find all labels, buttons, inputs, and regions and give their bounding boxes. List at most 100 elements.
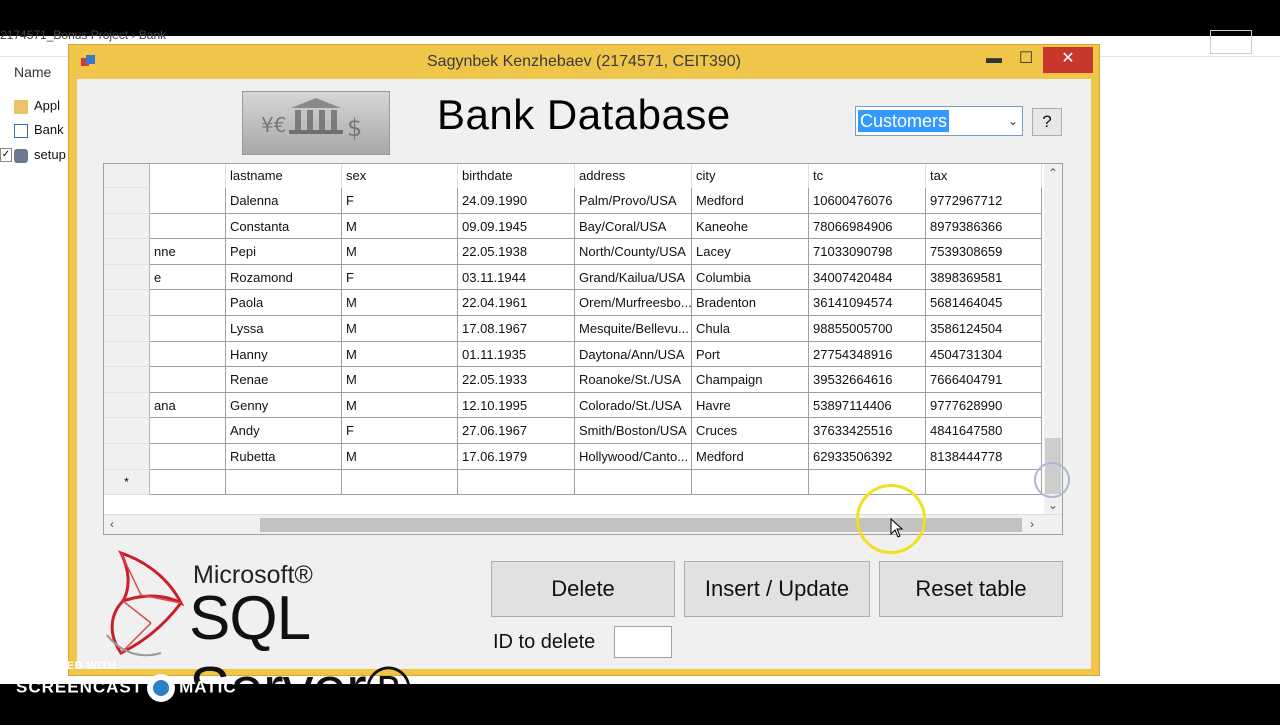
- insert-update-button[interactable]: Insert / Update: [684, 561, 870, 617]
- table-cell[interactable]: Bradenton: [692, 290, 809, 316]
- table-cell[interactable]: Medford: [692, 188, 809, 214]
- row-header[interactable]: [104, 392, 150, 419]
- table-cell[interactable]: M: [342, 444, 458, 470]
- column-header[interactable]: [150, 164, 226, 188]
- table-cell[interactable]: Bay/Coral/USA: [575, 213, 692, 240]
- column-header[interactable]: sex: [342, 164, 458, 188]
- table-cell[interactable]: 7539308659: [926, 239, 1042, 265]
- table-cell[interactable]: Columbia: [692, 264, 809, 291]
- table-cell[interactable]: e: [150, 264, 226, 291]
- table-cell[interactable]: North/County/USA: [575, 239, 692, 265]
- new-row-cell[interactable]: [226, 469, 342, 496]
- table-cell[interactable]: 37633425516: [809, 418, 926, 444]
- table-cell[interactable]: 62933506392: [809, 444, 926, 470]
- table-cell[interactable]: Lacey: [692, 239, 809, 265]
- table-cell[interactable]: 22.04.1961: [458, 290, 575, 316]
- table-cell[interactable]: [150, 444, 226, 470]
- table-cell[interactable]: Daytona/Ann/USA: [575, 341, 692, 368]
- table-cell[interactable]: 01.11.1935: [458, 341, 575, 368]
- table-cell[interactable]: F: [342, 418, 458, 444]
- scroll-down-icon[interactable]: ⌄: [1048, 498, 1058, 512]
- table-cell[interactable]: Smith/Boston/USA: [575, 418, 692, 444]
- help-button[interactable]: ?: [1032, 108, 1062, 136]
- table-cell[interactable]: 9777628990: [926, 392, 1042, 419]
- table-cell[interactable]: 8138444778: [926, 444, 1042, 470]
- row-header[interactable]: [104, 444, 150, 470]
- table-cell[interactable]: Hanny: [226, 341, 342, 368]
- explorer-item-bank[interactable]: Bank: [14, 122, 64, 138]
- table-cell[interactable]: M: [342, 316, 458, 342]
- table-cell[interactable]: 09.09.1945: [458, 213, 575, 240]
- table-cell[interactable]: F: [342, 188, 458, 214]
- table-cell[interactable]: 39532664616: [809, 367, 926, 393]
- chevron-down-icon[interactable]: ⌄: [1008, 114, 1018, 128]
- table-cell[interactable]: Medford: [692, 444, 809, 470]
- table-cell[interactable]: [150, 213, 226, 240]
- table-cell[interactable]: Dalenna: [226, 188, 342, 214]
- table-cell[interactable]: Constanta: [226, 213, 342, 240]
- table-cell[interactable]: 4504731304: [926, 341, 1042, 368]
- table-cell[interactable]: Hollywood/Canto...: [575, 444, 692, 470]
- table-cell[interactable]: Chula: [692, 316, 809, 342]
- row-header[interactable]: [104, 316, 150, 342]
- minimize-button[interactable]: ▬: [977, 47, 1011, 73]
- table-cell[interactable]: 7666404791: [926, 367, 1042, 393]
- delete-button[interactable]: Delete: [491, 561, 675, 617]
- table-cell[interactable]: 4841647580: [926, 418, 1042, 444]
- reset-table-button[interactable]: Reset table: [879, 561, 1063, 617]
- table-cell[interactable]: [150, 418, 226, 444]
- table-cell[interactable]: M: [342, 290, 458, 316]
- new-row-cell[interactable]: [150, 469, 226, 496]
- table-cell[interactable]: 03.11.1944: [458, 264, 575, 291]
- table-cell[interactable]: Orem/Murfreesbo...: [575, 290, 692, 316]
- scroll-left-icon[interactable]: ‹: [110, 517, 114, 531]
- table-cell[interactable]: Andy: [226, 418, 342, 444]
- table-cell[interactable]: Roanoke/St./USA: [575, 367, 692, 393]
- table-cell[interactable]: 12.10.1995: [458, 392, 575, 419]
- table-cell[interactable]: Port: [692, 341, 809, 368]
- table-cell[interactable]: Mesquite/Bellevu...: [575, 316, 692, 342]
- explorer-item-setup[interactable]: setup: [14, 147, 66, 163]
- table-cell[interactable]: M: [342, 239, 458, 265]
- table-cell[interactable]: Kaneohe: [692, 213, 809, 240]
- table-cell[interactable]: 27.06.1967: [458, 418, 575, 444]
- table-cell[interactable]: 22.05.1933: [458, 367, 575, 393]
- table-cell[interactable]: nne: [150, 239, 226, 265]
- table-cell[interactable]: Champaign: [692, 367, 809, 393]
- row-header[interactable]: [104, 290, 150, 316]
- table-cell[interactable]: Genny: [226, 392, 342, 419]
- table-cell[interactable]: Grand/Kailua/USA: [575, 264, 692, 291]
- row-header[interactable]: [104, 213, 150, 240]
- table-cell[interactable]: 71033090798: [809, 239, 926, 265]
- table-cell[interactable]: 10600476076: [809, 188, 926, 214]
- table-cell[interactable]: Rozamond: [226, 264, 342, 291]
- table-cell[interactable]: M: [342, 367, 458, 393]
- table-cell[interactable]: Havre: [692, 392, 809, 419]
- scroll-right-icon[interactable]: ›: [1030, 517, 1034, 531]
- column-header[interactable]: birthdate: [458, 164, 575, 188]
- table-cell[interactable]: Colorado/St./USA: [575, 392, 692, 419]
- table-cell[interactable]: 78066984906: [809, 213, 926, 240]
- table-cell[interactable]: 17.08.1967: [458, 316, 575, 342]
- row-header[interactable]: [104, 418, 150, 444]
- column-header[interactable]: tc: [809, 164, 926, 188]
- table-cell[interactable]: Cruces: [692, 418, 809, 444]
- table-cell[interactable]: M: [342, 392, 458, 419]
- table-cell[interactable]: Pepi: [226, 239, 342, 265]
- table-cell[interactable]: 5681464045: [926, 290, 1042, 316]
- table-cell[interactable]: Paola: [226, 290, 342, 316]
- maximize-button[interactable]: ☐: [1009, 47, 1043, 73]
- table-cell[interactable]: Palm/Provo/USA: [575, 188, 692, 214]
- explorer-column-name[interactable]: Name: [14, 64, 51, 80]
- grid-corner-header[interactable]: [104, 164, 150, 188]
- row-header[interactable]: [104, 341, 150, 368]
- scroll-up-icon[interactable]: ⌃: [1048, 166, 1058, 180]
- column-header[interactable]: tax: [926, 164, 1042, 188]
- checkbox-icon[interactable]: ✓: [0, 148, 12, 162]
- table-cell[interactable]: [150, 367, 226, 393]
- table-cell[interactable]: 24.09.1990: [458, 188, 575, 214]
- new-row-cell[interactable]: [342, 469, 458, 496]
- column-header[interactable]: city: [692, 164, 809, 188]
- table-cell[interactable]: 36141094574: [809, 290, 926, 316]
- table-cell[interactable]: F: [342, 264, 458, 291]
